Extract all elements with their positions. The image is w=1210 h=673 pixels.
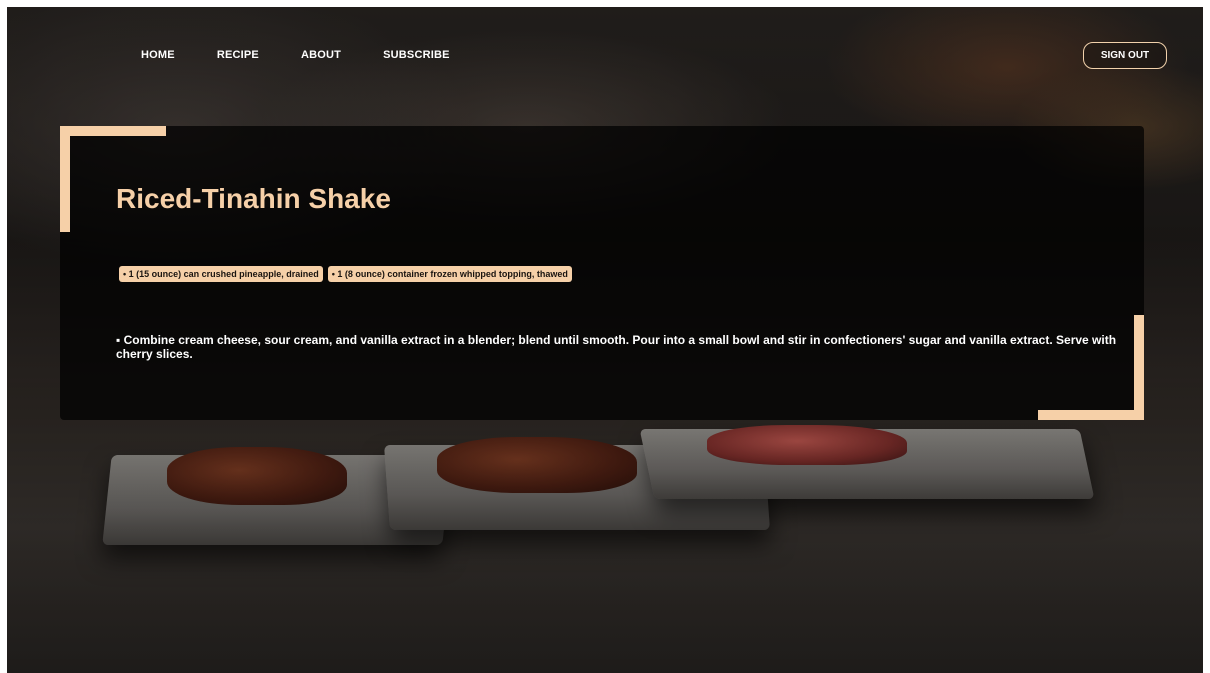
ingredient-item: • 1 (8 ounce) container frozen whipped t… — [327, 266, 572, 282]
card-corner-top-left-horizontal — [60, 126, 166, 136]
card-corner-top-left-vertical — [60, 126, 70, 232]
nav-about-link[interactable]: ABOUT — [301, 49, 341, 61]
card-corner-bottom-right-horizontal — [1038, 410, 1144, 420]
ingredient-item: • 1 (15 ounce) can crushed pineapple, dr… — [119, 266, 323, 282]
nav-home-link[interactable]: HOME — [141, 49, 175, 61]
sign-out-button[interactable]: SIGN OUT — [1083, 42, 1167, 69]
recipe-title: Riced-Tinahin Shake — [116, 183, 391, 214]
ingredient-list: • 1 (15 ounce) can crushed pineapple, dr… — [119, 266, 572, 282]
recipe-directions: ▪ Combine cream cheese, sour cream, and … — [116, 333, 1117, 361]
nav-recipe-link[interactable]: RECIPE — [217, 49, 259, 61]
card-corner-bottom-right-vertical — [1134, 315, 1144, 420]
nav-subscribe-link[interactable]: SUBSCRIBE — [383, 49, 450, 61]
main-nav: HOME RECIPE ABOUT SUBSCRIBE — [141, 49, 492, 61]
